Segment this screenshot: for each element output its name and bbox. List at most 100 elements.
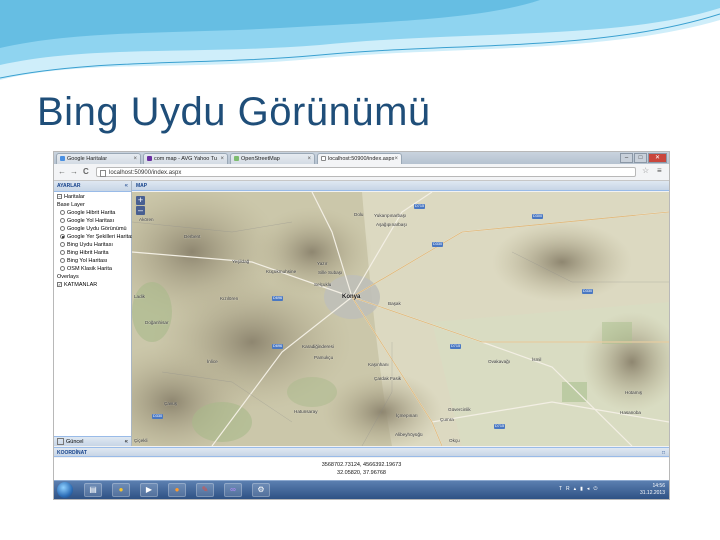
layer-option-google-hybrid[interactable]: Google Hibrit Harita	[54, 210, 131, 218]
close-icon[interactable]: ×	[307, 154, 311, 164]
map-canvas[interactable]: + – Konya Akören Derbent Doğanhisar Kızı…	[132, 192, 669, 446]
layer-option-label: OSM Klasik Harita	[67, 266, 112, 272]
tree-root[interactable]: − Haritalar	[54, 194, 131, 202]
system-tray[interactable]: TR▴▮◂⏻	[559, 486, 601, 492]
zoom-out-button[interactable]: –	[136, 206, 145, 215]
close-window-button[interactable]: ✕	[648, 153, 667, 163]
road-shield: D715	[450, 344, 462, 349]
bookmark-star-icon[interactable]: ☆	[642, 166, 649, 175]
layer-option-google-road[interactable]: Google Yol Haritası	[54, 218, 131, 226]
radio-icon[interactable]	[60, 266, 65, 272]
map-header: MAP	[132, 181, 669, 191]
map-label: Yeşildağ	[232, 259, 250, 264]
media-icon[interactable]: ▶	[140, 483, 158, 497]
tab-yahoo[interactable]: com map - AVG Yahoo Tu ×	[143, 153, 228, 164]
radio-selected-icon[interactable]	[60, 234, 65, 240]
maximize-button[interactable]: □	[634, 153, 647, 163]
radio-icon[interactable]	[60, 258, 65, 264]
paint-icon[interactable]: ✎	[196, 483, 214, 497]
layer-option-bing-hybrid[interactable]: Bing Hibrit Harita	[54, 250, 131, 258]
page-icon	[321, 156, 326, 161]
radio-icon[interactable]	[60, 218, 65, 224]
folder-icon: −	[57, 194, 62, 200]
tab-localhost[interactable]: localhost:50900/index.aspx ×	[317, 153, 402, 164]
explorer-icon[interactable]: ▤	[84, 483, 102, 497]
expand-icon[interactable]: □	[662, 448, 665, 458]
map-label: Hatunsaray	[294, 409, 318, 414]
map-label: Küçükmuhsine	[266, 269, 297, 274]
visual-studio-icon[interactable]: ∞	[224, 483, 242, 497]
map-label: Çumra	[440, 417, 454, 422]
forward-button[interactable]: →	[70, 167, 78, 177]
close-icon[interactable]: ×	[220, 154, 224, 164]
osm-icon	[234, 156, 239, 161]
map-label: İçmepınarı	[396, 413, 418, 418]
sidebar-bottom-panel[interactable]: Güncel «	[54, 436, 131, 446]
address-bar[interactable]: localhost:50900/index.aspx	[96, 167, 636, 177]
reload-button[interactable]: C	[83, 167, 89, 177]
menu-icon[interactable]: ≡	[657, 166, 662, 175]
firefox-icon[interactable]: ●	[168, 483, 186, 497]
slide-wave-decoration	[0, 0, 720, 80]
road-shield: D696	[272, 296, 284, 301]
tool-icon[interactable]: ⚙	[252, 483, 270, 497]
tab-openstreetmap[interactable]: OpenStreetMap ×	[230, 153, 315, 164]
radio-icon[interactable]	[60, 210, 65, 216]
back-button[interactable]: ←	[58, 167, 66, 177]
close-icon[interactable]: ×	[394, 154, 398, 164]
minimize-button[interactable]: –	[620, 153, 633, 163]
road-shield: D330	[152, 414, 164, 419]
chrome-icon[interactable]: ●	[112, 483, 130, 497]
settings-sidebar: AYARLAR « − Haritalar Base Layer Google H…	[54, 181, 135, 446]
overlay-option-label: KATMANLAR	[64, 282, 98, 288]
layer-option-bing-road[interactable]: Bing Yol Haritası	[54, 258, 131, 266]
map-label: Aşağıpınarbaşı	[376, 222, 407, 227]
radio-icon[interactable]	[60, 250, 65, 256]
map-label-konya: Konya	[342, 294, 361, 300]
page-icon	[100, 170, 106, 177]
map-label: Yukarıpınarbaşı	[374, 213, 407, 218]
collapse-icon[interactable]: «	[125, 181, 128, 191]
map-label: Hasanoba	[620, 410, 641, 415]
terrain-map-graphic	[132, 192, 669, 446]
zoom-in-button[interactable]: +	[136, 196, 145, 205]
road-shield: D696	[272, 344, 284, 349]
folder-icon	[57, 438, 64, 446]
map-label: Okçu	[449, 438, 460, 443]
start-icon[interactable]	[57, 482, 73, 498]
sidebar-bottom-label: Güncel	[66, 439, 84, 445]
map-label: Derbent	[184, 234, 201, 239]
language-indicator[interactable]: TR	[559, 486, 574, 492]
overlay-option-katmanlar[interactable]: ✓ KATMANLAR	[54, 282, 131, 290]
radio-icon[interactable]	[60, 242, 65, 248]
radio-icon[interactable]	[60, 226, 65, 232]
geographic-coordinates: 32.05820, 37.96768	[337, 470, 386, 476]
road-shield: D330	[582, 289, 594, 294]
coordinate-panel-header: KOORDİNAT □	[54, 447, 669, 457]
tree-root-label: Haritalar	[64, 194, 85, 200]
layer-option-bing-satellite[interactable]: Bing Uydu Haritası	[54, 242, 131, 250]
map-label: Çiçekli	[134, 438, 148, 443]
google-icon	[60, 156, 65, 161]
map-label: Alibeyhöyüğü	[395, 432, 423, 437]
layer-option-google-terrain[interactable]: Google Yer Şekilleri Haritası	[54, 234, 135, 242]
expand-icon[interactable]: «	[125, 437, 128, 447]
road-shield: D300	[532, 214, 544, 219]
map-label: Kızılören	[220, 296, 239, 301]
map-label: Güvercinlik	[448, 407, 471, 412]
base-layer-label: Base Layer	[57, 202, 85, 208]
clock[interactable]: 14:56 31.12.2013	[640, 483, 665, 497]
sidebar-title: AYARLAR	[57, 183, 81, 189]
coordinate-panel-title: KOORDİNAT	[57, 450, 87, 456]
map-label: Başak	[388, 301, 401, 306]
checkbox-checked-icon[interactable]: ✓	[57, 282, 62, 288]
road-shield: D715	[414, 204, 426, 209]
map-label: Ladik	[134, 294, 145, 299]
map-label: İsmil	[532, 357, 542, 362]
close-icon[interactable]: ×	[133, 154, 137, 164]
zoom-control: + –	[136, 196, 146, 216]
layer-option-osm[interactable]: OSM Klasik Harita	[54, 266, 131, 274]
layer-option-google-satellite[interactable]: Google Uydu Görünümü	[54, 226, 131, 234]
tab-google-maps[interactable]: Google Haritalar ×	[56, 153, 141, 164]
map-label: Ovakavağı	[488, 359, 510, 364]
